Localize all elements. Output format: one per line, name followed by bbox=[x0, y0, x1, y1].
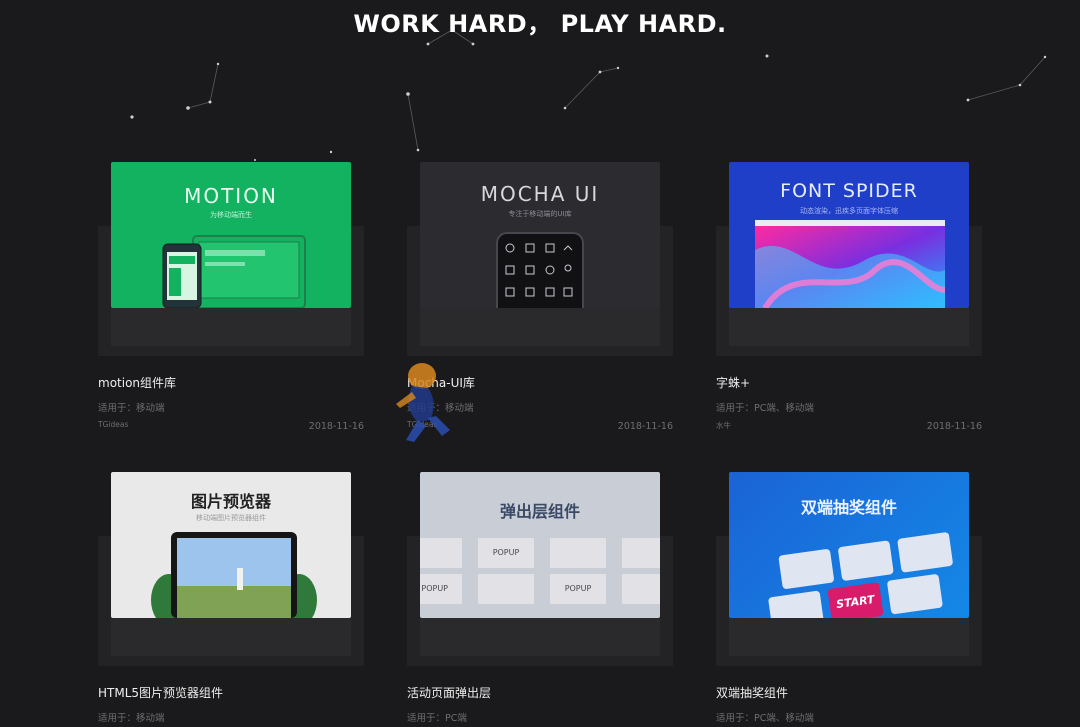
thumbnail-subtitle: 动态渲染，迅疾多页面字体压缩 bbox=[800, 207, 898, 215]
project-card-motion[interactable]: MOTION 为移动端而生 motion组件库 适用于：移动端 TGideas … bbox=[98, 162, 364, 442]
card-title[interactable]: motion组件库 bbox=[98, 374, 176, 391]
thumbnail-reflection bbox=[111, 618, 351, 656]
card-platform: 适用于：PC端、移动端 bbox=[716, 403, 814, 414]
thumbnail-title: 双端抽奖组件 bbox=[800, 498, 897, 517]
card-thumbnail[interactable]: MOCHA UI 专注于移动端的UI库 bbox=[420, 162, 660, 308]
thumbnail-subtitle: 专注于移动端的UI库 bbox=[508, 210, 572, 218]
project-card-popup-layer[interactable]: 弹出层组件 POPUP POPUP POPUP 活动页面弹出层 适用于：PC端 bbox=[407, 472, 673, 727]
project-card-lottery[interactable]: 双端抽奖组件 START 双端抽奖组件 适用于：PC端、移动端 bbox=[716, 472, 982, 727]
card-title[interactable]: 活动页面弹出层 bbox=[407, 684, 491, 701]
card-platform: 适用于：PC端 bbox=[407, 713, 467, 724]
popup-tile-label: POPUP bbox=[420, 574, 462, 604]
card-thumbnail[interactable]: 弹出层组件 POPUP POPUP POPUP bbox=[420, 472, 660, 618]
thumbnail-subtitle: 为移动端而生 bbox=[210, 211, 252, 219]
card-author: 水牛 bbox=[716, 421, 731, 430]
card-thumbnail[interactable]: 图片预览器 移动端图片预览器组件 bbox=[111, 472, 351, 618]
card-platform: 适用于：移动端 bbox=[98, 403, 165, 414]
card-date: 2018-11-16 bbox=[926, 421, 982, 432]
card-platform: 适用于：PC端、移动端 bbox=[716, 713, 814, 724]
thumbnail-title: 图片预览器 bbox=[190, 492, 271, 511]
card-title[interactable]: HTML5图片预览器组件 bbox=[98, 684, 223, 701]
card-author: TGideas bbox=[98, 420, 129, 429]
thumbnail-title: MOCHA UI bbox=[480, 182, 600, 206]
browser-artwork-icon bbox=[755, 220, 945, 308]
start-button[interactable]: START bbox=[827, 582, 884, 618]
card-thumbnail[interactable]: FONT SPIDER 动态渲染，迅疾多页面字体压缩 bbox=[729, 162, 969, 308]
device-illustration-icon bbox=[162, 235, 306, 308]
project-card-font-spider[interactable]: FONT SPIDER 动态渲染，迅疾多页面字体压缩 字蛛+ 适用于：PC端、移… bbox=[716, 162, 982, 442]
thumbnail-title: MOTION bbox=[184, 184, 278, 208]
thumbnail-title: FONT SPIDER bbox=[780, 180, 918, 202]
thumbnail-reflection bbox=[729, 618, 969, 656]
card-thumbnail[interactable]: 双端抽奖组件 START bbox=[729, 472, 969, 618]
card-date: 2018-11-16 bbox=[617, 421, 673, 432]
popup-tile-label: POPUP bbox=[478, 538, 534, 568]
card-title[interactable]: 双端抽奖组件 bbox=[716, 684, 788, 701]
card-platform: 适用于：移动端 bbox=[98, 713, 165, 724]
popup-tile-label: POPUP bbox=[550, 574, 606, 604]
phone-grid-icon bbox=[496, 232, 584, 308]
popup-tile-grid: POPUP POPUP POPUP bbox=[420, 538, 660, 618]
card-thumbnail[interactable]: MOTION 为移动端而生 bbox=[111, 162, 351, 308]
lottery-grid: START bbox=[760, 530, 969, 618]
thumbnail-subtitle: 移动端图片预览器组件 bbox=[196, 514, 266, 522]
card-title[interactable]: 字蛛+ bbox=[716, 374, 750, 391]
page-headline: WORK HARD， PLAY HARD. bbox=[353, 10, 727, 38]
thumbnail-reflection bbox=[420, 618, 660, 656]
thumbnail-reflection bbox=[729, 308, 969, 346]
project-card-image-previewer[interactable]: 图片预览器 移动端图片预览器组件 HTML5图片预览器组件 适用于：移动端 bbox=[98, 472, 364, 727]
thumbnail-reflection bbox=[111, 308, 351, 346]
card-date: 2018-11-16 bbox=[308, 421, 364, 432]
tablet-photo-icon bbox=[151, 532, 317, 618]
thumbnail-title: 弹出层组件 bbox=[499, 502, 580, 521]
running-mascot-icon bbox=[396, 363, 450, 442]
thumbnail-reflection bbox=[420, 308, 660, 346]
